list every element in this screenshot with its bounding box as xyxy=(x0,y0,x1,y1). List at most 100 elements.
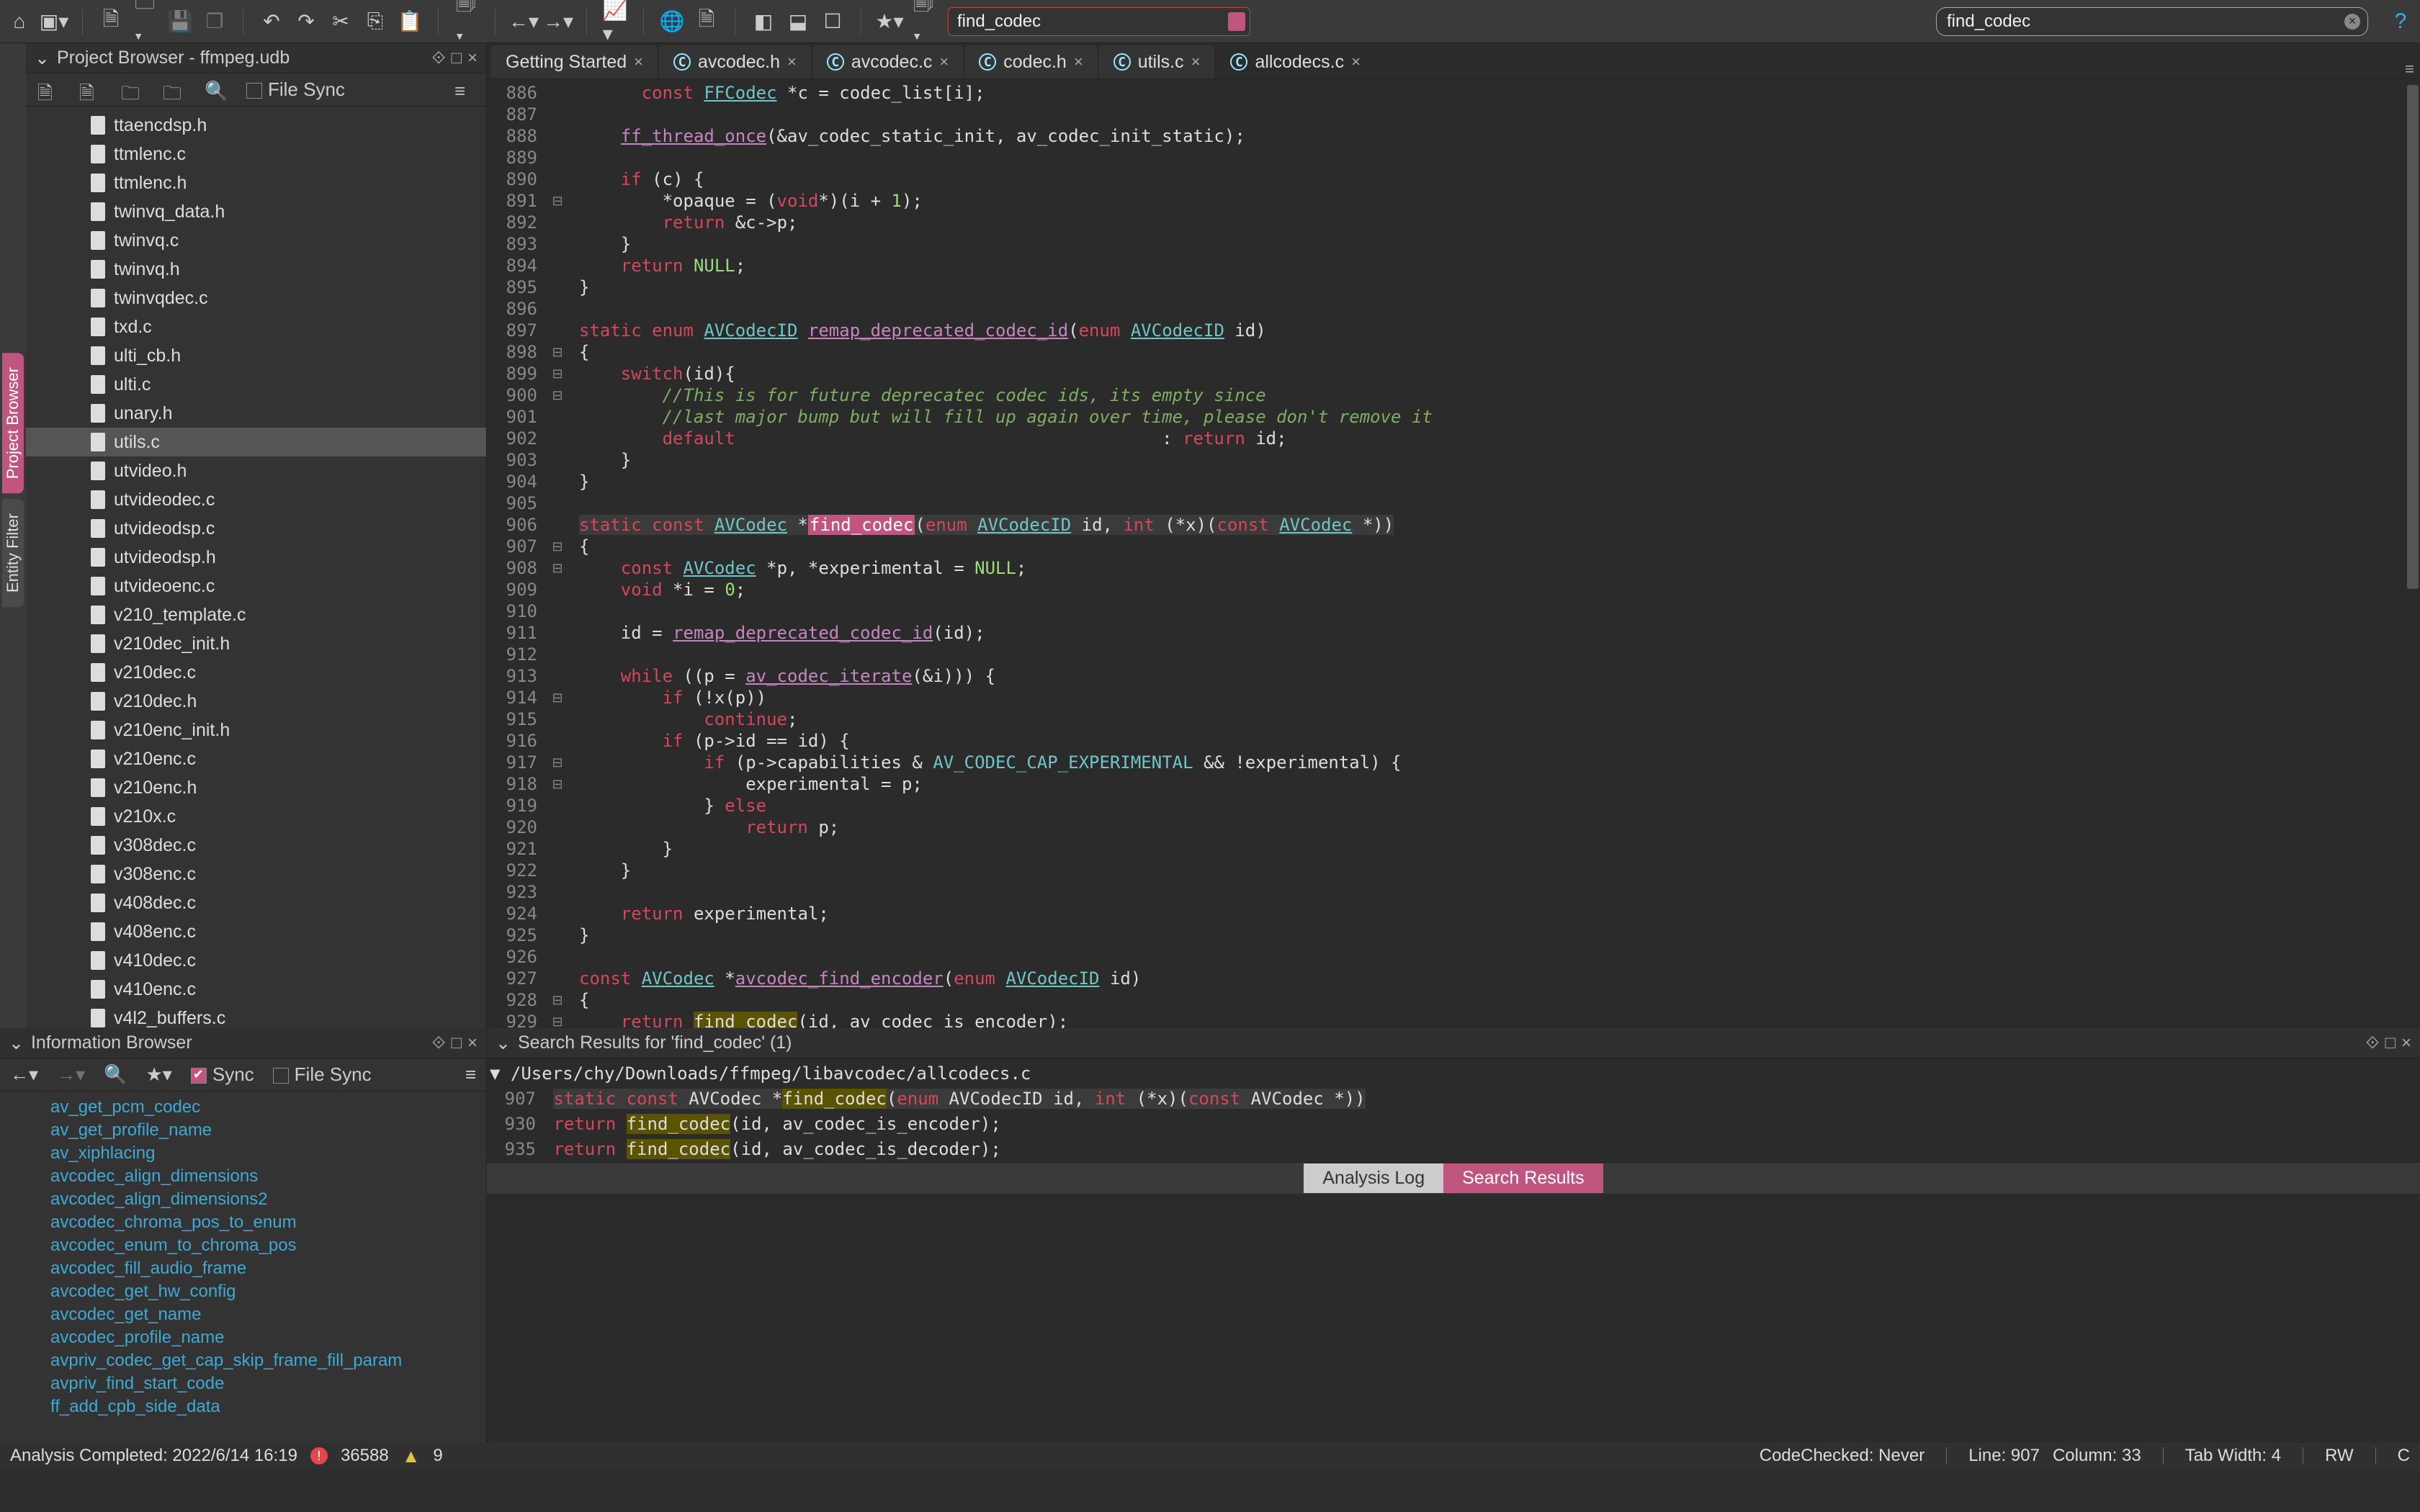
editor-tab[interactable]: Cutils.c× xyxy=(1099,45,1215,78)
info-link[interactable]: avpriv_find_start_code xyxy=(50,1372,486,1395)
file-item[interactable]: v410enc.c xyxy=(26,975,486,1004)
info-link[interactable]: avcodec_get_name xyxy=(50,1303,486,1326)
redo-icon[interactable]: ↷ xyxy=(295,11,317,32)
layout-bottom-icon[interactable]: ⬓ xyxy=(787,11,809,32)
file-item[interactable]: ulti_cb.h xyxy=(26,341,486,370)
back-icon[interactable]: ←▾ xyxy=(10,1063,38,1086)
info-link[interactable]: ff_add_cpb_side_data xyxy=(50,1395,486,1418)
tab-width[interactable]: Tab Width: 4 xyxy=(2185,1446,2281,1466)
file-item[interactable]: ttmlenc.h xyxy=(26,168,486,197)
clipboard2-icon[interactable]: 🗐▾ xyxy=(913,11,935,32)
chevron-down-icon[interactable]: ⌄ xyxy=(35,48,50,69)
file-item[interactable]: utvideodec.c xyxy=(26,485,486,514)
file-item[interactable]: ttaencdsp.h xyxy=(26,111,486,140)
file-item[interactable]: utils.c xyxy=(26,428,486,456)
file-item[interactable]: v210dec.h xyxy=(26,687,486,716)
file-item[interactable]: twinvq_data.h xyxy=(26,197,486,226)
menu-icon[interactable]: ≡ xyxy=(454,80,475,100)
folder-icon[interactable]: 🗀 xyxy=(163,80,183,100)
file-sync-checkbox[interactable]: File Sync xyxy=(273,1063,372,1086)
file-item[interactable]: v210enc.c xyxy=(26,744,486,773)
forward-icon[interactable]: →▾ xyxy=(57,1063,85,1086)
search-icon[interactable]: 🔍 xyxy=(104,1063,127,1086)
warning-icon[interactable]: ▲ xyxy=(402,1445,421,1467)
chevron-down-icon[interactable]: ⌄ xyxy=(496,1032,511,1054)
tab-analysis-log[interactable]: Analysis Log xyxy=(1304,1164,1443,1193)
layout-window-icon[interactable]: ☐ xyxy=(822,11,843,32)
file-item[interactable]: utvideodsp.h xyxy=(26,543,486,572)
close-tab-icon[interactable]: × xyxy=(1074,53,1083,71)
tab-search-results[interactable]: Search Results xyxy=(1443,1164,1603,1193)
copy-icon[interactable]: ⎘ xyxy=(364,11,386,32)
maximize-icon[interactable]: □ xyxy=(451,1033,462,1053)
file-item[interactable]: v4l2_buffers.c xyxy=(26,1004,486,1028)
error-count[interactable]: 36588 xyxy=(341,1446,389,1466)
info-link[interactable]: avcodec_get_hw_config xyxy=(50,1280,486,1303)
info-link[interactable]: avcodec_align_dimensions2 xyxy=(50,1188,486,1211)
save-icon[interactable]: 💾 xyxy=(169,11,191,32)
file-item[interactable]: utvideodsp.c xyxy=(26,514,486,543)
file-item[interactable]: v210enc_init.h xyxy=(26,716,486,744)
editor-tab[interactable]: Getting Started× xyxy=(491,45,658,78)
close-tab-icon[interactable]: × xyxy=(1191,53,1201,71)
cut-icon[interactable]: ✂ xyxy=(330,11,351,32)
doc-icon[interactable]: 🗎 xyxy=(696,11,717,32)
close-tab-icon[interactable]: × xyxy=(787,53,797,71)
code-editor[interactable]: const FFCodec *c = codec_list[i]; ff_thr… xyxy=(570,79,2404,1028)
save-all-icon[interactable]: ❐ xyxy=(204,11,225,32)
rail-tab-entity[interactable]: Entity Filter xyxy=(2,499,24,607)
pin-icon[interactable]: ⟐ xyxy=(2366,1033,2380,1053)
fold-column[interactable]: ⊟⊟⊟⊟⊟⊟⊟⊟⊟⊟⊟ xyxy=(544,79,570,1028)
file-item[interactable]: ttmlenc.c xyxy=(26,140,486,168)
close-tab-icon[interactable]: × xyxy=(939,53,949,71)
info-link[interactable]: avcodec_chroma_pos_to_enum xyxy=(50,1211,486,1234)
info-link[interactable]: avcodec_align_dimensions xyxy=(50,1165,486,1188)
back-icon[interactable]: ←▾ xyxy=(513,11,534,32)
file-item[interactable]: txd.c xyxy=(26,312,486,341)
close-tab-icon[interactable]: × xyxy=(634,53,643,71)
file-item[interactable]: twinvq.h xyxy=(26,255,486,284)
file-item[interactable]: v210enc.h xyxy=(26,773,486,802)
search-icon[interactable]: 🔍 xyxy=(205,80,225,100)
clear-search-icon[interactable]: × xyxy=(2344,14,2360,30)
new2-icon[interactable]: 🗎 xyxy=(79,80,99,100)
file-item[interactable]: v410dec.c xyxy=(26,946,486,975)
file-item[interactable]: v308dec.c xyxy=(26,831,486,860)
info-link[interactable]: avpriv_codec_get_cap_skip_frame_fill_par… xyxy=(50,1349,486,1372)
chevron-down-icon[interactable]: ⌄ xyxy=(9,1032,24,1054)
file-item[interactable]: v408enc.c xyxy=(26,917,486,946)
forward-icon[interactable]: →▾ xyxy=(547,11,569,32)
sync-checkbox[interactable]: Sync xyxy=(191,1063,254,1086)
books-icon[interactable]: ▣▾ xyxy=(43,11,65,32)
home-icon[interactable]: ⌂ xyxy=(9,11,30,32)
new-file-icon[interactable]: 🗎 xyxy=(100,11,122,32)
menu-icon[interactable]: ≡ xyxy=(465,1063,476,1086)
layout-left-icon[interactable]: ◧ xyxy=(753,11,774,32)
open-folder-icon[interactable]: 🗀▾ xyxy=(135,11,156,32)
info-link[interactable]: avcodec_profile_name xyxy=(50,1326,486,1349)
maximize-icon[interactable]: □ xyxy=(451,48,462,68)
editor-tab[interactable]: Cavcodec.h× xyxy=(659,45,811,78)
info-link[interactable]: av_xiphlacing xyxy=(50,1142,486,1165)
close-tab-icon[interactable]: × xyxy=(1351,53,1361,71)
file-item[interactable]: v210dec_init.h xyxy=(26,629,486,658)
info-link[interactable]: av_get_profile_name xyxy=(50,1119,486,1142)
file-item[interactable]: ulti.c xyxy=(26,370,486,399)
info-link[interactable]: av_get_pcm_codec xyxy=(50,1096,486,1119)
file-sync-checkbox[interactable]: File Sync xyxy=(246,78,345,101)
close-panel-icon[interactable]: × xyxy=(2401,1033,2411,1053)
editor-tab[interactable]: Ccodec.h× xyxy=(964,45,1097,78)
maximize-icon[interactable]: □ xyxy=(2385,1033,2396,1053)
file-item[interactable]: v408dec.c xyxy=(26,888,486,917)
error-icon[interactable]: ! xyxy=(310,1447,328,1464)
file-item[interactable]: twinvq.c xyxy=(26,226,486,255)
info-link[interactable]: avcodec_enum_to_chroma_pos xyxy=(50,1234,486,1257)
close-panel-icon[interactable]: × xyxy=(467,1033,478,1053)
pin-icon[interactable]: ⟐ xyxy=(432,48,446,68)
minimap-scrollbar[interactable] xyxy=(2404,79,2420,1028)
star-icon[interactable]: ★▾ xyxy=(879,11,900,32)
globe-icon[interactable]: 🌐 xyxy=(661,11,683,32)
info-link[interactable]: avcodec_fill_audio_frame xyxy=(50,1257,486,1280)
graph-icon[interactable]: 📈▾ xyxy=(604,11,626,32)
fold-tabs-icon[interactable]: ≡ xyxy=(2405,60,2414,78)
